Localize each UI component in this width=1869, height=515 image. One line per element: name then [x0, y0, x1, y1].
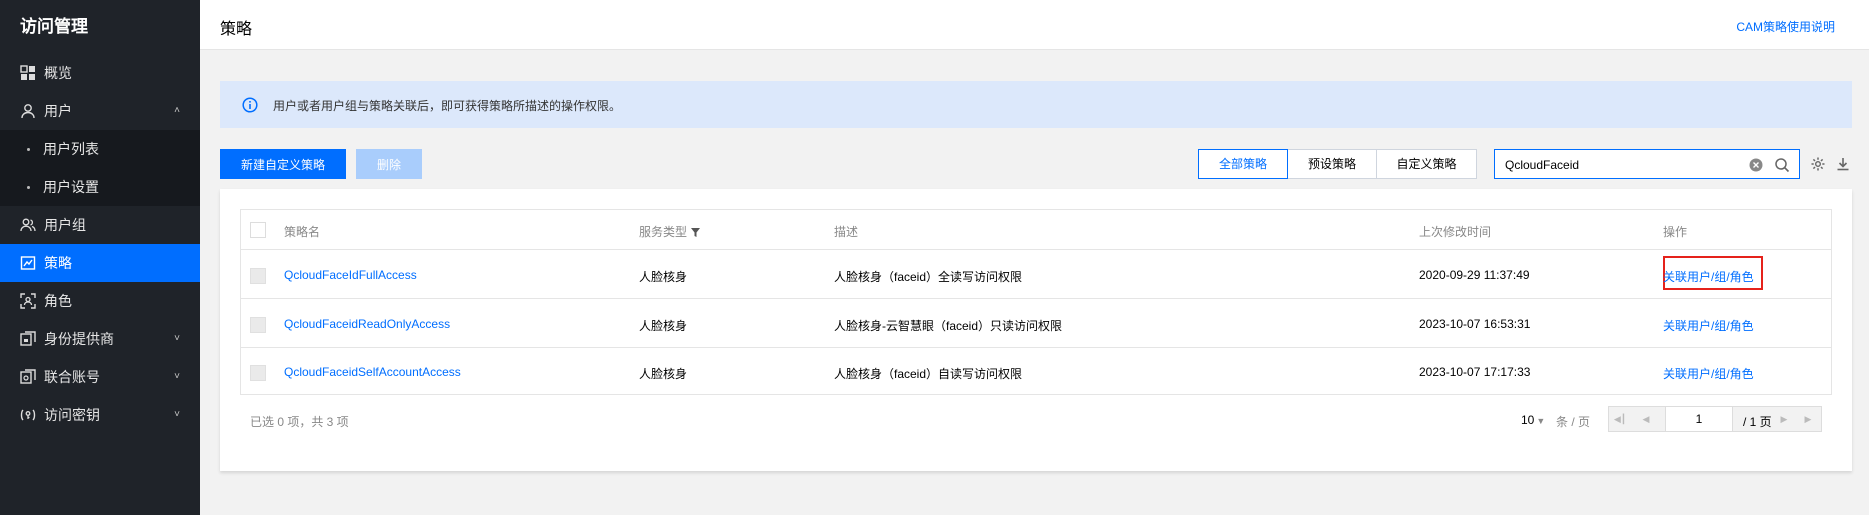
page-size-select[interactable]: 10 ▼	[1521, 413, 1545, 427]
sidebar-item-access-keys[interactable]: 访问密钥 ˅	[0, 396, 200, 434]
page-number-input[interactable]	[1666, 407, 1732, 431]
policy-icon	[20, 255, 36, 271]
prev-page-icon[interactable]: ◀	[1635, 407, 1657, 431]
sidebar-item-label: 访问密钥	[44, 407, 100, 423]
tab-all-policies[interactable]: 全部策略	[1198, 149, 1288, 179]
search-icon[interactable]	[1774, 157, 1790, 173]
info-banner-text: 用户或者用户组与策略关联后，即可获得策略所描述的操作权限。	[273, 99, 622, 113]
column-header-label: 服务类型	[639, 225, 688, 239]
selection-summary: 已选 0 项，共 3 项	[250, 415, 349, 429]
service-type: 人脸核身	[639, 367, 688, 381]
table-row: QcloudFaceidSelfAccountAccess 人脸核身 人脸核身（…	[241, 348, 1831, 396]
last-modified-time: 2020-09-29 11:37:49	[1419, 268, 1530, 282]
service-type: 人脸核身	[639, 270, 688, 284]
sidebar-item-label: 联合账号	[44, 369, 100, 385]
sidebar-item-user-groups[interactable]: 用户组	[0, 206, 200, 244]
column-header-last-modified: 上次修改时间	[1419, 225, 1492, 239]
sidebar-title: 访问管理	[20, 17, 88, 36]
sidebar-item-policies[interactable]: 策略	[0, 244, 200, 282]
page-size-unit: 条 / 页	[1556, 415, 1591, 429]
page-title: 策略	[220, 21, 253, 38]
grid-icon	[20, 65, 36, 81]
table-header: 策略名 服务类型 描述 上次修改时间 操作	[241, 210, 1831, 250]
sidebar-item-identity-providers[interactable]: 身份提供商 ˅	[0, 320, 200, 358]
sidebar-item-federated-accounts[interactable]: 联合账号 ˅	[0, 358, 200, 396]
last-modified-time: 2023-10-07 17:17:33	[1419, 365, 1531, 379]
sidebar-item-user-list[interactable]: 用户列表	[0, 130, 200, 168]
sidebar-item-label: 角色	[44, 293, 72, 309]
tab-preset-policies[interactable]: 预设策略	[1287, 149, 1377, 179]
page-header: 策略 CAM策略使用说明	[200, 0, 1869, 50]
column-header-actions: 操作	[1663, 225, 1688, 239]
federated-account-icon	[20, 369, 36, 385]
sidebar-item-label: 策略	[44, 255, 72, 271]
last-page-icon[interactable]: ▶	[1797, 407, 1819, 431]
last-modified-time: 2023-10-07 16:53:31	[1419, 317, 1531, 331]
policy-description: 人脸核身（faceid）自读写访问权限	[834, 367, 1023, 381]
policy-description: 人脸核身-云智慧眼（faceid）只读访问权限	[834, 319, 1063, 333]
policy-name-link[interactable]: QcloudFaceidSelfAccountAccess	[284, 365, 461, 379]
sidebar-item-label: 身份提供商	[44, 331, 114, 347]
sidebar-item-user-settings[interactable]: 用户设置	[0, 168, 200, 206]
cam-policy-help-link[interactable]: CAM策略使用说明	[1736, 18, 1835, 35]
policy-search-box	[1494, 149, 1800, 179]
role-icon	[20, 293, 36, 309]
table-row: QcloudFaceIdFullAccess 人脸核身 人脸核身（faceid）…	[241, 251, 1831, 299]
chevron-up-icon: ˄	[174, 105, 180, 116]
tab-custom-policies[interactable]: 自定义策略	[1376, 149, 1477, 179]
sidebar-submenu-users: 用户列表 用户设置	[0, 130, 200, 206]
column-header-policy-name: 策略名	[284, 225, 321, 239]
next-page-icon[interactable]: ▶	[1773, 407, 1795, 431]
row-checkbox[interactable]	[250, 317, 266, 333]
policy-list-card: 策略名 服务类型 描述 上次修改时间 操作 QcloudFaceIdFullAc…	[220, 189, 1852, 471]
associate-users-groups-roles-link[interactable]: 关联用户/组/角色	[1663, 268, 1754, 285]
total-pages: / 1 页	[1743, 415, 1772, 429]
column-header-service-type[interactable]: 服务类型	[639, 223, 701, 240]
sidebar-item-users[interactable]: 用户 ˄	[0, 92, 200, 130]
policy-description: 人脸核身（faceid）全读写访问权限	[834, 270, 1023, 284]
user-group-icon	[20, 217, 36, 233]
policy-name-link[interactable]: QcloudFaceidReadOnlyAccess	[284, 317, 450, 331]
row-checkbox[interactable]	[250, 365, 266, 381]
chevron-down-icon: ˅	[174, 333, 180, 344]
pagination: ◀┃ ◀ / 1 页 ▶ ▶	[1608, 406, 1822, 432]
chevron-down-icon: ˅	[174, 371, 180, 382]
sidebar-item-overview[interactable]: 概览	[0, 54, 200, 92]
create-custom-policy-button[interactable]: 新建自定义策略	[220, 149, 346, 179]
identity-provider-icon	[20, 331, 36, 347]
filter-icon[interactable]	[691, 226, 701, 237]
table-row: QcloudFaceidReadOnlyAccess 人脸核身 人脸核身-云智慧…	[241, 300, 1831, 348]
gear-icon[interactable]	[1810, 156, 1826, 172]
associate-users-groups-roles-link[interactable]: 关联用户/组/角色	[1663, 365, 1754, 382]
policy-name-link[interactable]: QcloudFaceIdFullAccess	[284, 268, 417, 282]
user-icon	[20, 103, 36, 119]
info-banner: 用户或者用户组与策略关联后，即可获得策略所描述的操作权限。	[220, 81, 1852, 128]
chevron-down-icon: ˅	[174, 409, 180, 420]
policy-table: 策略名 服务类型 描述 上次修改时间 操作 QcloudFaceIdFullAc…	[240, 209, 1832, 395]
page-number-field	[1665, 407, 1733, 431]
key-icon	[20, 407, 36, 423]
info-icon	[242, 97, 258, 113]
associate-users-groups-roles-link[interactable]: 关联用户/组/角色	[1663, 317, 1754, 334]
sidebar-item-roles[interactable]: 角色	[0, 282, 200, 320]
service-type: 人脸核身	[639, 319, 688, 333]
clear-icon[interactable]	[1749, 158, 1763, 172]
search-input[interactable]	[1505, 156, 1735, 174]
sidebar: 访问管理 概览 用户 ˄ 用户列表 用户设置 用户组 策略 角色 身份提供商 ˅…	[0, 0, 200, 515]
select-all-checkbox[interactable]	[250, 222, 266, 238]
row-checkbox[interactable]	[250, 268, 266, 284]
download-icon[interactable]	[1835, 156, 1851, 172]
sidebar-item-label: 用户	[44, 103, 72, 119]
column-header-description: 描述	[834, 225, 859, 239]
first-page-icon[interactable]: ◀┃	[1609, 407, 1631, 431]
page-size-value: 10	[1521, 413, 1535, 427]
sidebar-item-label: 用户组	[44, 217, 86, 233]
sidebar-item-label: 概览	[44, 65, 72, 81]
delete-button[interactable]: 删除	[356, 149, 422, 179]
caret-down-icon: ▼	[1536, 416, 1546, 426]
